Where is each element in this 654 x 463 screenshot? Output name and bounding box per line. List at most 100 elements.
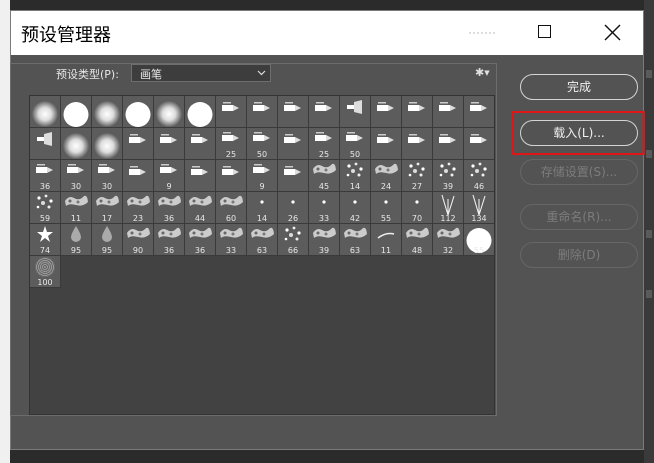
brush-preset[interactable]: 70 [402, 192, 433, 224]
brush-preset[interactable]: 45 [309, 160, 340, 192]
brush-size-label: 33 [318, 214, 330, 223]
brush-preset[interactable] [278, 96, 309, 128]
brush-preset[interactable]: 39 [309, 224, 340, 256]
preset-type-select[interactable]: 画笔 [131, 64, 271, 82]
save-set-button[interactable]: 存储设置(S)... [520, 159, 638, 185]
brush-preset[interactable] [433, 96, 464, 128]
brush-preset[interactable] [216, 96, 247, 128]
brush-preset[interactable] [123, 128, 154, 160]
brush-preset[interactable] [185, 96, 216, 128]
texture-brush-icon [311, 225, 337, 245]
brush-preset[interactable]: 63 [340, 224, 371, 256]
brush-preset[interactable]: 9 [247, 160, 278, 192]
brush-size-label: 36 [194, 246, 206, 255]
brush-preset[interactable] [92, 128, 123, 160]
brush-preset[interactable] [216, 160, 247, 192]
brush-preset[interactable]: 26 [278, 192, 309, 224]
brush-preset[interactable]: 55 [464, 224, 494, 256]
brush-preset[interactable]: 17 [92, 192, 123, 224]
brush-preset[interactable]: 60 [216, 192, 247, 224]
brush-preset[interactable]: 32 [433, 224, 464, 256]
brush-preset[interactable]: 30 [61, 160, 92, 192]
brush-preset[interactable]: 42 [340, 192, 371, 224]
brush-preset[interactable]: 30 [92, 160, 123, 192]
brush-preset[interactable]: 59 [30, 192, 61, 224]
brush-preset[interactable]: 55 [371, 192, 402, 224]
brush-preset[interactable] [123, 96, 154, 128]
done-button[interactable]: 完成 [520, 74, 638, 100]
brush-preset[interactable]: 50 [340, 128, 371, 160]
brush-preset[interactable] [464, 96, 494, 128]
brush-preset[interactable]: 14 [340, 160, 371, 192]
brush-preset[interactable]: 36 [30, 160, 61, 192]
brush-preset[interactable]: 44 [185, 192, 216, 224]
brush-preset[interactable] [278, 160, 309, 192]
brush-preset[interactable]: 48 [402, 224, 433, 256]
brush-preset[interactable]: 11 [371, 224, 402, 256]
dot-brush-icon [381, 193, 391, 212]
brush-preset[interactable]: 33 [309, 192, 340, 224]
scatter-brush-icon [282, 225, 304, 247]
brush-preset[interactable]: 33 [216, 224, 247, 256]
brush-preset[interactable]: 95 [92, 224, 123, 256]
brush-preset[interactable]: 25 [216, 128, 247, 160]
brush-preset[interactable] [340, 96, 371, 128]
scatter-brush-icon [406, 161, 428, 183]
brush-preset[interactable] [185, 160, 216, 192]
brush-preset[interactable]: 24 [371, 160, 402, 192]
brush-preset[interactable] [154, 96, 185, 128]
fan-brush-icon [36, 131, 54, 150]
brush-preset[interactable] [371, 128, 402, 160]
title-bar[interactable]: 预设管理器 [11, 11, 643, 55]
rename-button[interactable]: 重命名(R)... [520, 204, 638, 230]
brush-preset[interactable]: 66 [278, 224, 309, 256]
brush-preset[interactable] [30, 128, 61, 160]
brush-size-label: 14 [256, 214, 268, 223]
brush-preset[interactable] [92, 96, 123, 128]
brush-preset[interactable] [433, 128, 464, 160]
brush-preset[interactable] [278, 128, 309, 160]
tip-brush-icon [158, 161, 180, 180]
brush-preset[interactable]: 90 [123, 224, 154, 256]
brush-preset[interactable] [154, 128, 185, 160]
dot-brush-icon [257, 193, 267, 212]
brush-size-label: 95 [70, 246, 82, 255]
brush-preset[interactable] [185, 128, 216, 160]
brush-preset[interactable]: 25 [309, 128, 340, 160]
brush-preset[interactable]: 36 [154, 224, 185, 256]
caret-down-icon: ▼ [484, 69, 490, 77]
brush-preset[interactable]: 63 [247, 224, 278, 256]
brush-preset[interactable] [61, 96, 92, 128]
brush-preset[interactable] [309, 96, 340, 128]
brush-preset[interactable]: 95 [61, 224, 92, 256]
brush-preset[interactable]: 112 [433, 192, 464, 224]
brush-preset[interactable]: 100 [30, 256, 61, 288]
delete-button[interactable]: 删除(D) [520, 242, 638, 268]
brush-preset[interactable]: 11 [61, 192, 92, 224]
brush-preset[interactable]: 74 [30, 224, 61, 256]
maximize-button[interactable] [521, 11, 569, 55]
texture-brush-icon [249, 225, 275, 245]
close-button[interactable] [589, 11, 637, 55]
brush-preset[interactable]: 23 [123, 192, 154, 224]
brush-preset[interactable] [464, 128, 494, 160]
brush-preset[interactable]: 50 [247, 128, 278, 160]
brush-preset[interactable]: 36 [185, 224, 216, 256]
brush-preset[interactable] [30, 96, 61, 128]
brush-preset[interactable]: 134 [464, 192, 494, 224]
brush-preset[interactable] [61, 128, 92, 160]
brush-preset[interactable]: 39 [433, 160, 464, 192]
brush-preset[interactable] [123, 160, 154, 192]
brush-preset[interactable] [402, 96, 433, 128]
brush-preset[interactable] [371, 96, 402, 128]
brush-preset[interactable]: 9 [154, 160, 185, 192]
tip-brush-icon [127, 131, 149, 150]
brush-preset[interactable] [402, 128, 433, 160]
brush-preset[interactable]: 46 [464, 160, 494, 192]
settings-menu-button[interactable]: ✱▼ [475, 66, 490, 79]
brush-preset[interactable]: 27 [402, 160, 433, 192]
brush-preset[interactable] [247, 96, 278, 128]
drop-brush-icon [101, 225, 113, 247]
brush-preset[interactable]: 36 [154, 192, 185, 224]
brush-preset[interactable]: 14 [247, 192, 278, 224]
